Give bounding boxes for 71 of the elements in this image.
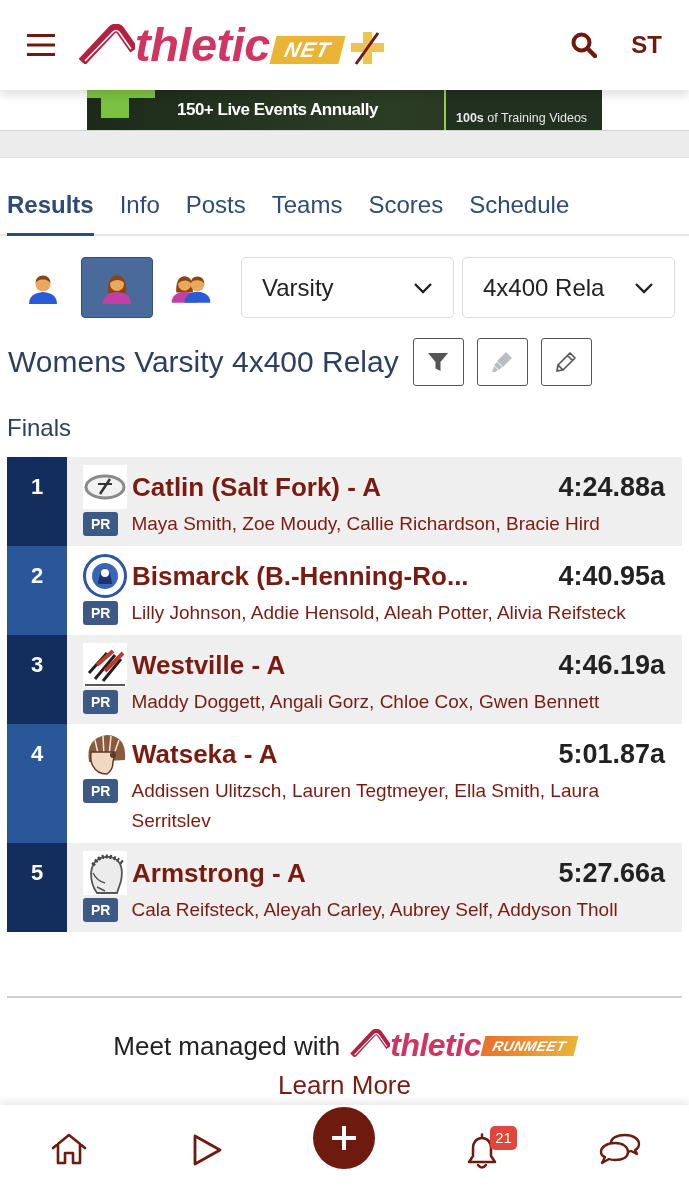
helmet-icon (83, 851, 127, 895)
result-time: 5:27.66a (558, 857, 665, 889)
filter-icon (427, 351, 450, 373)
tab[interactable]: Scores (368, 191, 444, 236)
search-button[interactable] (571, 32, 598, 58)
filter-button[interactable] (412, 338, 464, 386)
pr-badge: PR (83, 690, 119, 714)
footer-text: Meet managed with (113, 1030, 341, 1062)
team-name[interactable]: Armstrong - A (132, 857, 306, 889)
edit-button[interactable] (540, 338, 592, 386)
round-emblem-icon (83, 554, 127, 598)
logo-badge: RUNMEET (480, 1036, 579, 1056)
tab[interactable]: Teams (271, 191, 343, 236)
place-cell: 5 (7, 843, 67, 932)
section-heading: Finals (7, 414, 73, 442)
logo-badge: NET (269, 36, 346, 64)
pencil-icon (555, 351, 578, 373)
athlete-names: Cala Reifsteck, Aleyah Carley, Aubrey Self, Addyson Tholl (131, 898, 619, 922)
tab[interactable]: Posts (185, 191, 246, 236)
highlighter-icon (491, 351, 514, 373)
logo-wordmark: thletic (135, 23, 270, 67)
banner-headline: 150+ Live Events Annually (177, 100, 378, 120)
slash-marks-icon (83, 643, 127, 687)
cross-shape-icon (87, 90, 155, 118)
athlete-names: Maddy Doggett, Angali Gorz, Chloe Cox, Gwen Bennett (131, 690, 601, 714)
pr-badge: PR (83, 779, 119, 803)
pr-badge: PR (83, 601, 119, 625)
logo-wordmark: thletic (390, 1028, 481, 1062)
result-time: 5:01.87a (558, 738, 665, 770)
place-cell: 1 (7, 457, 67, 546)
pr-badge: PR (83, 898, 119, 922)
team-name[interactable]: Catlin (Salt Fork) - A (132, 471, 381, 503)
dropdown-select[interactable]: Varsity (241, 257, 454, 318)
oval-emblem-icon (83, 465, 127, 509)
athlete-names: Addissen Ulitzsch, Lauren Tegtmeyer, Ella Smith, Laura Serritslev (131, 779, 600, 833)
menu-icon (27, 33, 55, 57)
result-time: 4:40.95a (558, 560, 665, 592)
team-name[interactable]: Westville - A (132, 649, 286, 681)
event-title: Womens Varsity 4x400 Relay (8, 344, 399, 380)
chevron-logo-icon (350, 1029, 391, 1057)
banner-text: 100s of Training Videos (456, 111, 588, 125)
tab[interactable]: Schedule (469, 191, 570, 236)
athlete-names: Lilly Johnson, Addie Hensold, Aleah Potter, Alivia Reifsteck (131, 601, 627, 625)
place-cell: 2 (7, 546, 67, 635)
chevron-down-icon (634, 281, 654, 294)
home-button[interactable] (50, 1133, 87, 1165)
athlete-names: Maya Smith, Zoe Moudy, Callie Richardson, Bracie Hird (131, 512, 601, 536)
pr-badge: PR (83, 512, 119, 536)
team-name[interactable]: Bismarck (B.-Henning-Ro... (132, 560, 469, 592)
plus-icon (331, 1125, 358, 1151)
chevron-down-icon (413, 281, 433, 294)
result-time: 4:46.19a (558, 649, 665, 681)
place-cell: 4 (7, 724, 67, 843)
tab[interactable]: Info (119, 191, 160, 236)
highlighter-button[interactable] (476, 338, 528, 386)
account-button[interactable]: ST (631, 31, 662, 59)
menu-button[interactable] (27, 33, 55, 57)
messages-button[interactable] (599, 1133, 642, 1165)
learn-more-link[interactable]: Learn More (278, 1070, 411, 1100)
chevron-logo-icon (79, 24, 135, 64)
female-user-filter-button[interactable] (81, 257, 153, 318)
chat-bubbles-icon (599, 1133, 642, 1165)
result-time: 4:24.88a (558, 471, 665, 503)
search-icon (571, 32, 598, 58)
ad-banner[interactable]: 150+ Live Events Annually 100s of Training Videos (87, 90, 602, 130)
dropdown-select[interactable]: 4x400 Rela (462, 257, 675, 318)
home-icon (50, 1133, 87, 1165)
team-name[interactable]: Watseka - A (132, 738, 278, 770)
notification-count: 21 (490, 1126, 517, 1150)
place-cell: 3 (7, 635, 67, 724)
tab[interactable]: Results (7, 191, 94, 236)
